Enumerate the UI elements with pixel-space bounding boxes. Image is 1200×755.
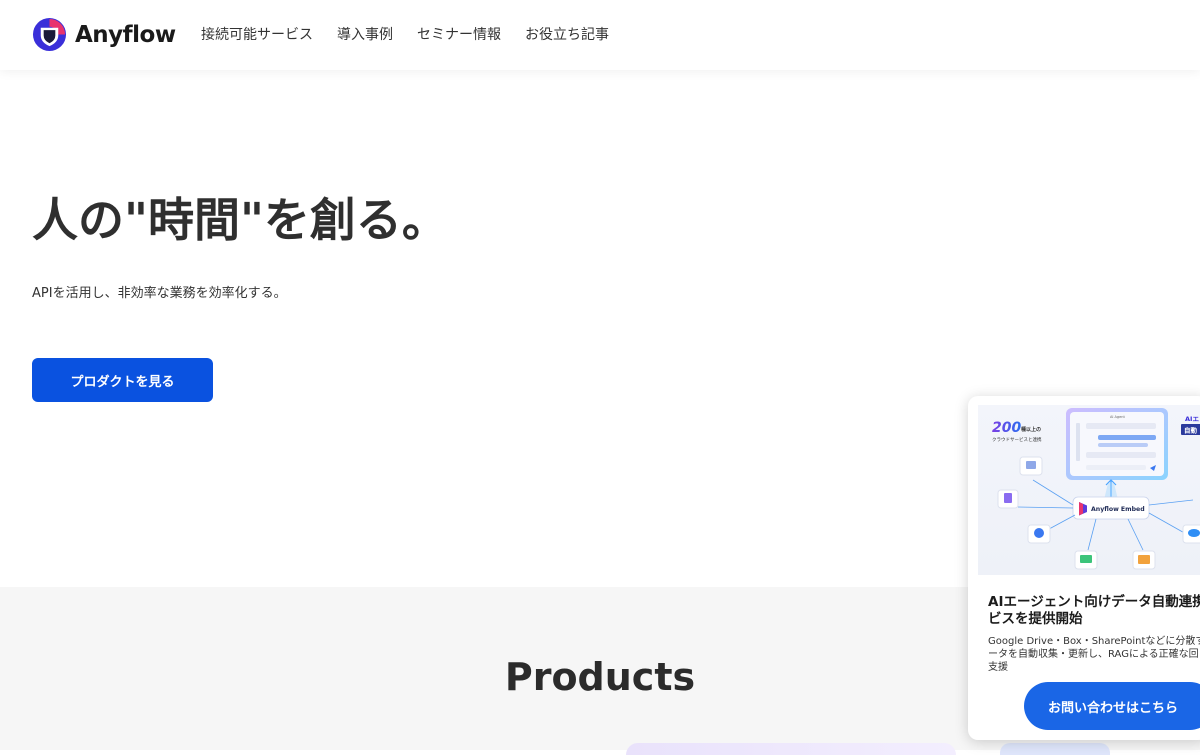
cloud-icon <box>1188 529 1200 537</box>
main-nav: 接続可能サービス 導入事例 セミナー情報 お役立ち記事 <box>201 24 609 44</box>
connector-line <box>1032 479 1074 506</box>
hero-subtitle: APIを活用し、非効率な業務を効率化する。 <box>32 286 287 301</box>
connector-line <box>1087 518 1097 551</box>
connector-line <box>1148 512 1189 536</box>
right-badge-bottom: 自動 <box>1184 426 1198 435</box>
panel-input <box>1086 465 1146 470</box>
integration-diagram-illustration: 200 種以上の クラウドサービスと連携 AI Agent Anyflow Em… <box>992 408 1200 570</box>
hero-title: 人の"時間"を創る。 <box>32 193 448 247</box>
anyflow-embed-icon-accent <box>1079 502 1083 516</box>
announcement-headline[interactable]: AIエージェント向けデータ自動連携サー ビスを提供開始 <box>988 594 1200 628</box>
announcement-image[interactable]: 200 種以上の クラウドサービスと連携 AI Agent Anyflow Em… <box>978 405 1200 575</box>
badge-caption: クラウドサービスと連携 <box>992 436 1042 443</box>
image-icon <box>1026 461 1036 469</box>
panel-message <box>1098 435 1156 440</box>
panel-message <box>1098 443 1148 447</box>
anyflow-logo-icon <box>32 17 67 52</box>
document-icon <box>1004 493 1012 503</box>
panel-sidebar <box>1076 423 1080 461</box>
badge-number: 200 <box>992 420 1021 436</box>
brand-name: Anyflow <box>75 21 176 48</box>
view-products-button[interactable]: プロダクトを見る <box>32 358 213 402</box>
nav-item-articles[interactable]: お役立ち記事 <box>525 24 609 44</box>
chat-icon <box>1034 528 1044 538</box>
nav-item-seminars[interactable]: セミナー情報 <box>417 24 501 44</box>
announcement-popup: 200 種以上の クラウドサービスと連携 AI Agent Anyflow Em… <box>968 396 1200 740</box>
product-card[interactable] <box>626 743 956 755</box>
contact-us-button[interactable]: お問い合わせはこちら <box>1024 682 1200 730</box>
connector-line <box>1148 499 1194 506</box>
product-card[interactable] <box>1000 743 1110 755</box>
panel-message <box>1086 452 1156 458</box>
announcement-body: Google Drive・Box・SharePointなどに分散す ータを自動収… <box>988 636 1200 673</box>
hub-label: Anyflow Embed <box>1091 506 1145 513</box>
nav-item-services[interactable]: 接続可能サービス <box>201 24 313 44</box>
connector-line <box>1127 518 1144 551</box>
site-header: Anyflow 接続可能サービス 導入事例 セミナー情報 お役立ち記事 <box>0 0 1200 70</box>
brand-logo-link[interactable]: Anyflow <box>32 17 176 52</box>
panel-message <box>1086 423 1156 429</box>
mail-icon <box>1080 555 1092 563</box>
right-badge-top: AIエ <box>1185 415 1199 423</box>
ai-agent-panel-title: AI Agent <box>1110 415 1126 419</box>
nav-item-case-studies[interactable]: 導入事例 <box>337 24 393 44</box>
connector-line <box>1017 506 1074 509</box>
badge-suffix: 種以上の <box>1020 426 1041 433</box>
calendar-icon <box>1138 555 1150 564</box>
